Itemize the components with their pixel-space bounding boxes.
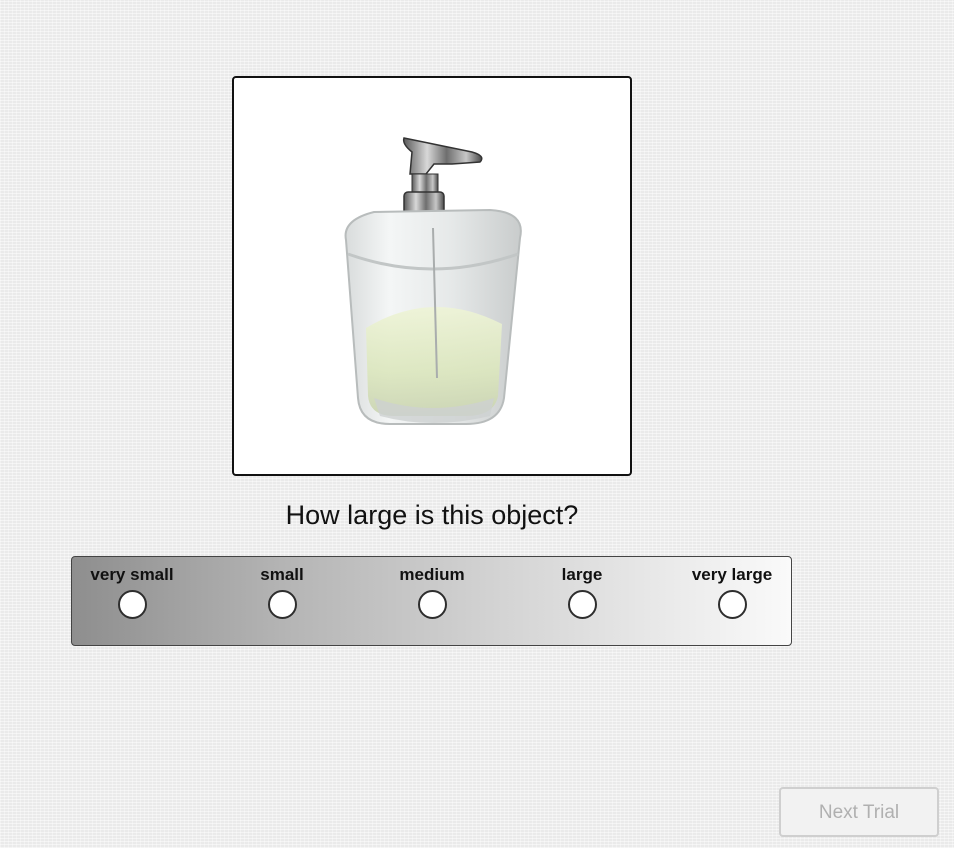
scale-option-label: very small: [90, 565, 174, 584]
radio-small[interactable]: [267, 590, 297, 619]
radio-large[interactable]: [567, 590, 597, 619]
scale-option-small[interactable]: small: [212, 565, 352, 619]
radio-medium[interactable]: [417, 590, 447, 619]
size-rating-scale: very small small medium large very large: [71, 556, 792, 646]
scale-option-label: large: [561, 565, 603, 584]
scale-option-medium[interactable]: medium: [362, 565, 502, 619]
next-trial-button[interactable]: Next Trial: [779, 787, 939, 837]
question-prompt: How large is this object?: [285, 500, 579, 530]
scale-option-large[interactable]: large: [512, 565, 652, 619]
scale-option-very-large[interactable]: very large: [662, 565, 802, 619]
scale-option-label: medium: [399, 565, 465, 584]
scale-option-label: small: [260, 565, 304, 584]
scale-option-label: very large: [691, 565, 773, 584]
radio-very-small[interactable]: [117, 590, 147, 619]
scale-option-very-small[interactable]: very small: [62, 565, 202, 619]
radio-very-large[interactable]: [717, 590, 747, 619]
stimulus-image-frame: [232, 76, 632, 476]
soap-dispenser-image: [344, 137, 522, 425]
